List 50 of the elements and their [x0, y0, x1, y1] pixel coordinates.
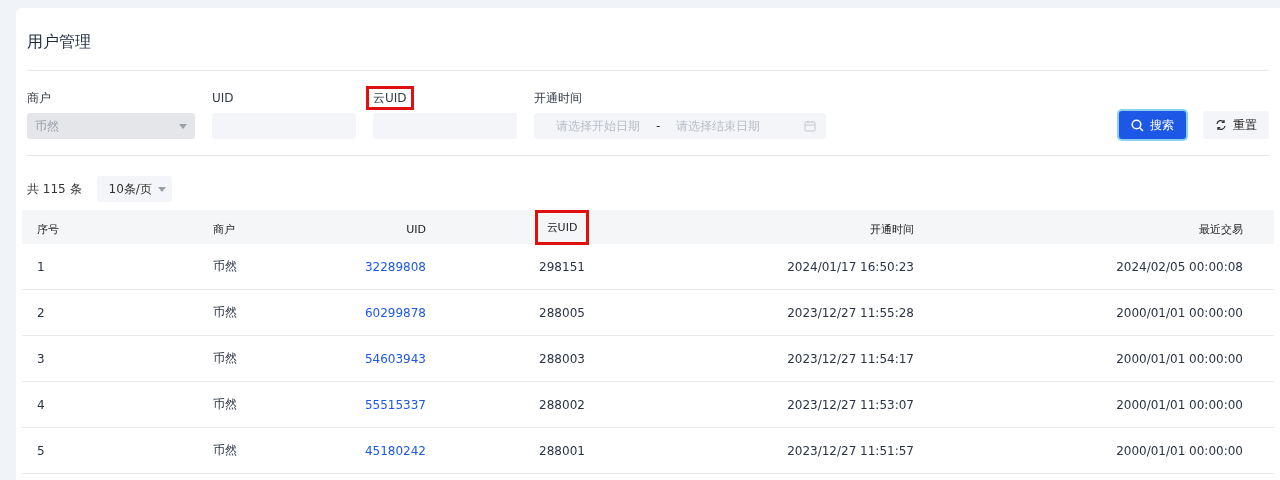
- table-cell: 2023/12/27 11:54:17: [787, 351, 914, 366]
- column-header: UID: [406, 223, 426, 236]
- table-cell: 1: [37, 259, 45, 274]
- table-cell: 288002: [539, 397, 585, 412]
- table-cell: 2000/01/01 00:00:00: [1116, 397, 1243, 412]
- uid-link[interactable]: 45180242: [364, 443, 426, 458]
- calendar-icon: [804, 120, 816, 132]
- column-header: 开通时间: [870, 222, 914, 237]
- uid-link[interactable]: 54603943: [364, 351, 426, 366]
- table-cell: 币然: [213, 397, 237, 411]
- column-header: 最近交易: [1199, 222, 1243, 237]
- search-button[interactable]: 搜索: [1119, 111, 1186, 139]
- table-cell: 币然: [213, 259, 237, 273]
- caret-icon: [179, 123, 187, 129]
- search-icon: [1131, 118, 1144, 132]
- table-cell: 3: [37, 351, 45, 366]
- reset-button[interactable]: 重置: [1203, 111, 1269, 139]
- refresh-icon: [1215, 119, 1227, 131]
- page-title: 用户管理: [26, 31, 92, 53]
- filter-label: 开通时间: [534, 90, 582, 107]
- uid-link[interactable]: 55515337: [364, 397, 426, 412]
- total-count: 共 115 条: [27, 180, 82, 198]
- table-cell: 288005: [539, 305, 585, 320]
- table-cell: 2023/12/27 11:55:28: [787, 305, 914, 320]
- table-cell: 币然: [213, 351, 237, 365]
- table-cell: 币然: [213, 443, 237, 457]
- filter-label: 云UID: [366, 86, 414, 110]
- table-cell: 2000/01/01 00:00:00: [1116, 443, 1243, 458]
- table-cell: 2023/12/27 11:51:57: [787, 443, 914, 458]
- table-cell: 298151: [539, 259, 585, 274]
- table-cell: 2023/12/27 11:53:07: [787, 397, 914, 412]
- table-cell: 2000/01/01 00:00:00: [1116, 305, 1243, 320]
- uid-link[interactable]: 60299878: [364, 305, 426, 320]
- table-cell: 5: [37, 443, 45, 458]
- column-header: 序号: [37, 222, 59, 237]
- table-cell: 288003: [539, 351, 585, 366]
- table-cell: 2024/01/17 16:50:23: [787, 259, 914, 274]
- filter-label: 商户: [27, 90, 51, 107]
- filter-label: UID: [212, 90, 234, 107]
- table-cell: 288001: [539, 443, 585, 458]
- table-cell: 2000/01/01 00:00:00: [1116, 351, 1243, 366]
- page-size-select[interactable]: 10条/页: [96, 176, 172, 202]
- table-cell: 4: [37, 397, 45, 412]
- uid-link[interactable]: 32289808: [364, 259, 426, 274]
- column-header: 云UID: [534, 210, 590, 245]
- table-cell: 币然: [213, 305, 237, 319]
- table-cell: 2: [37, 305, 45, 320]
- caret-icon: [157, 186, 166, 192]
- column-header: 商户: [213, 222, 235, 237]
- table-cell: 2024/02/05 00:00:08: [1116, 259, 1243, 274]
